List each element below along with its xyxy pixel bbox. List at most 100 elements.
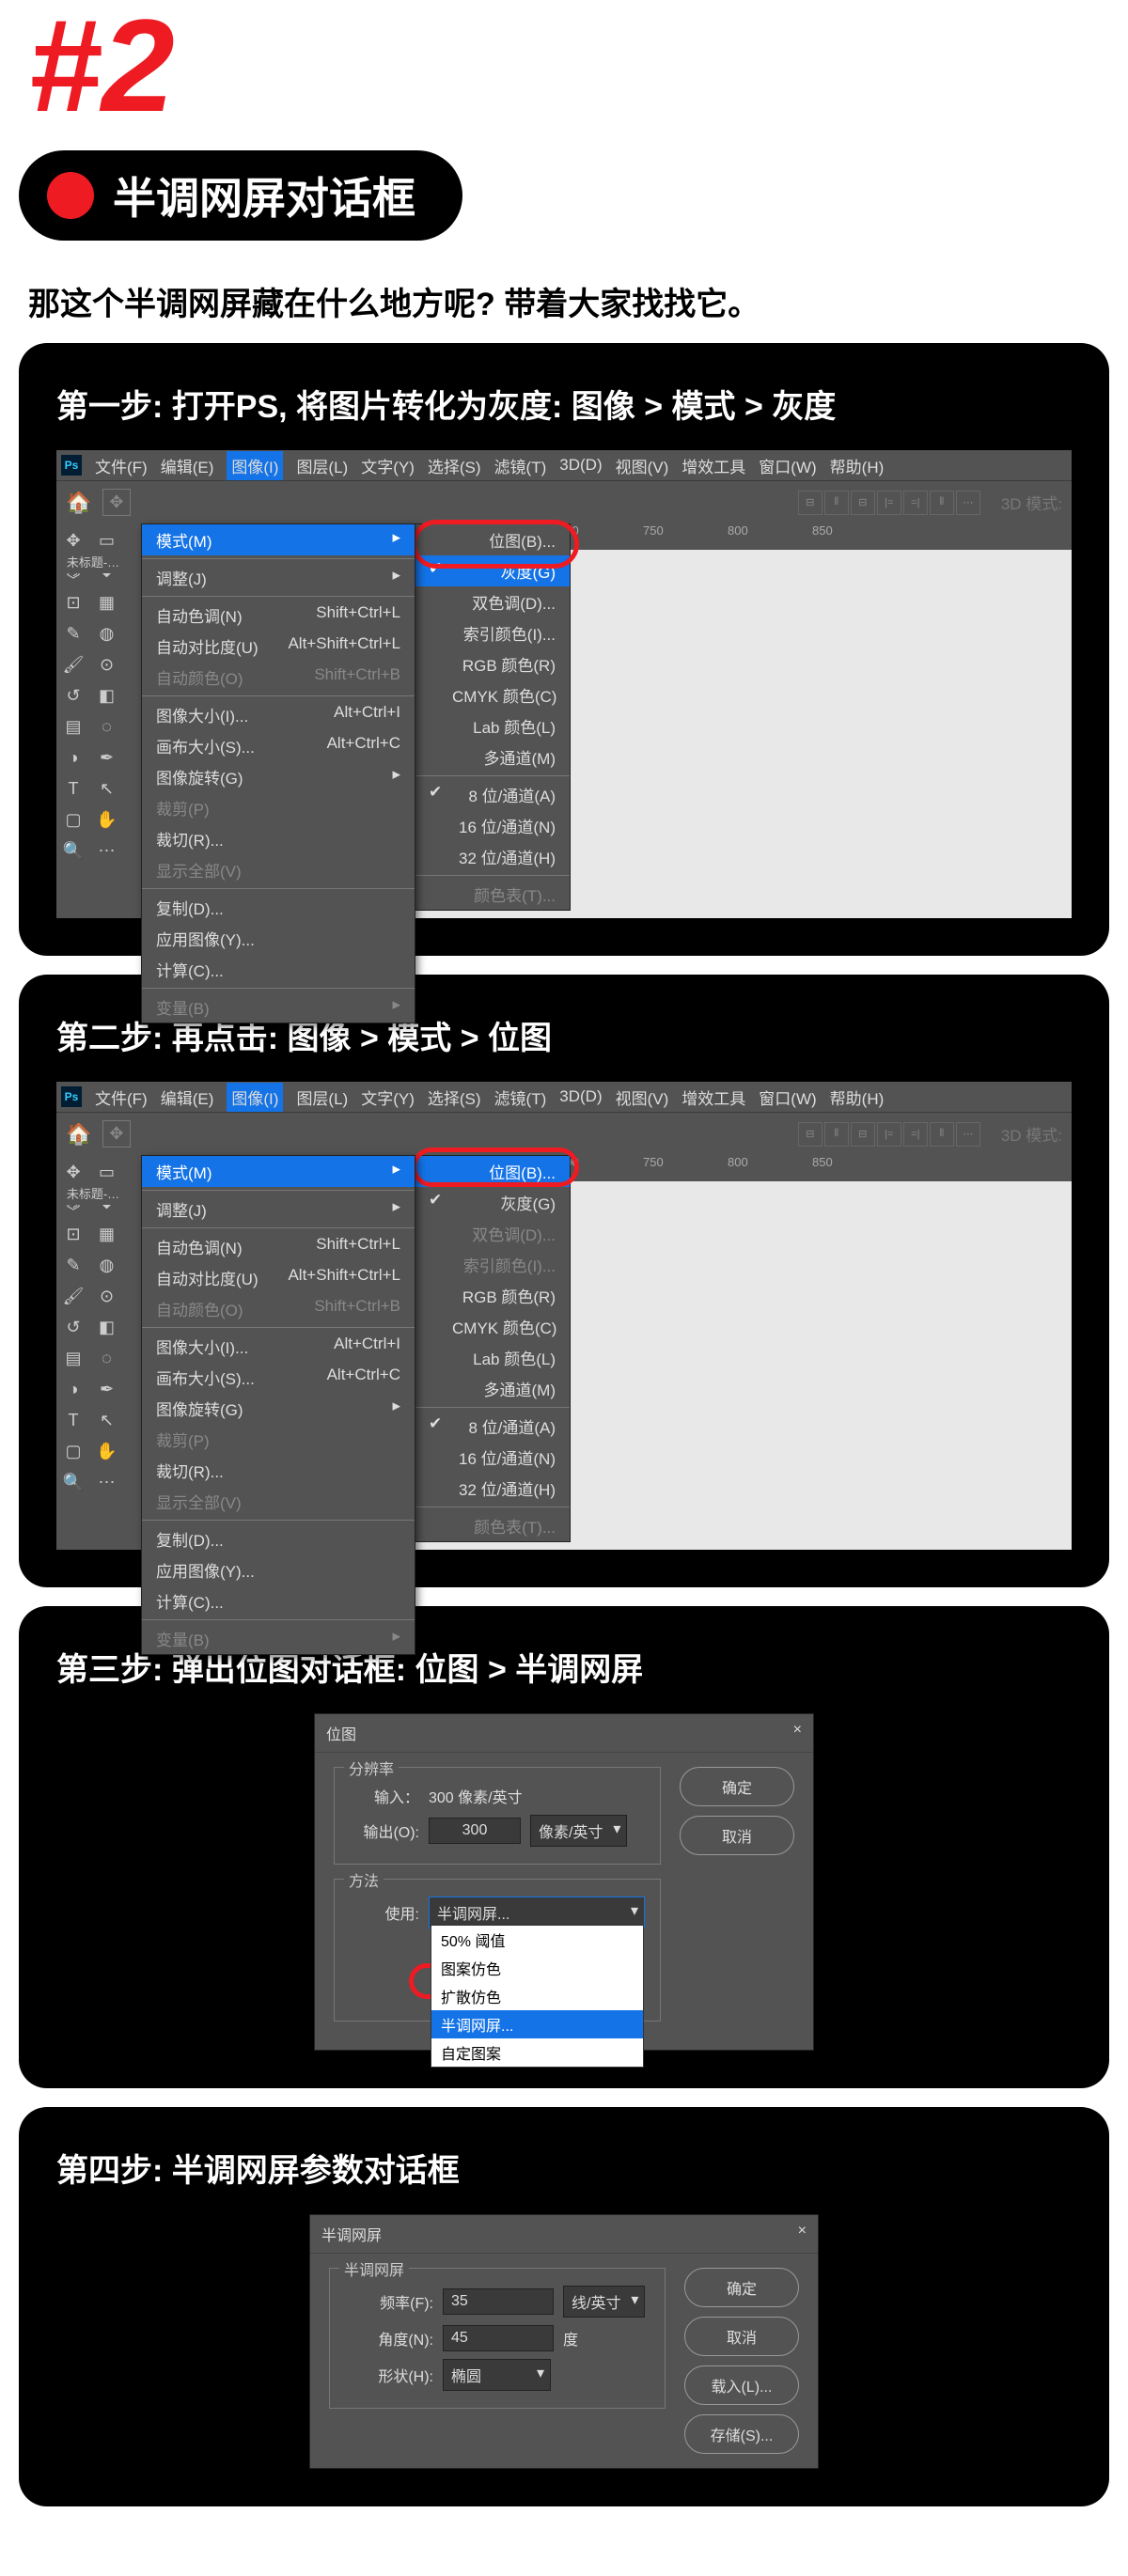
mode-duotone[interactable]: 双色调(D)... (415, 586, 570, 617)
menu-type[interactable]: 文字(Y) (361, 1085, 415, 1109)
menu-view[interactable]: 视图(V) (616, 454, 669, 477)
align-btn[interactable]: ⋯ (956, 1122, 980, 1147)
mode-cmyk[interactable]: CMYK 颜色(C) (415, 1311, 570, 1342)
menu-help[interactable]: 帮助(H) (830, 454, 885, 477)
menu-auto-tone[interactable]: 自动色调(N)Shift+Ctrl+L (142, 600, 415, 631)
mode-lab[interactable]: Lab 颜色(L) (415, 1342, 570, 1373)
mode-multichannel[interactable]: 多通道(M) (415, 1373, 570, 1404)
option-threshold[interactable]: 50% 阈值 (431, 1926, 643, 1954)
tool-history[interactable]: ↺ (58, 680, 88, 710)
menu-edit[interactable]: 编辑(E) (161, 454, 214, 477)
tool-path[interactable]: ↖ (92, 1405, 122, 1435)
option-custom[interactable]: 自定图案 (431, 2038, 643, 2067)
mode-cmyk[interactable]: CMYK 颜色(C) (415, 679, 570, 710)
menu-window[interactable]: 窗口(W) (759, 1085, 816, 1109)
mode-multichannel[interactable]: 多通道(M) (415, 742, 570, 773)
shape-select[interactable]: 椭圆 (443, 2359, 551, 2391)
tool-stamp[interactable]: ⊙ (92, 649, 122, 679)
menu-image[interactable]: 图像(I) (227, 451, 283, 480)
align-btn[interactable]: =| (903, 1122, 928, 1147)
mode-indexed[interactable]: 索引颜色(I)... (415, 617, 570, 648)
option-halftone[interactable]: 半调网屏... (431, 2010, 643, 2038)
tool-brush[interactable]: 🖌 (58, 649, 88, 679)
menu-adjustments[interactable]: 调整(J)▸ (142, 1194, 415, 1225)
menu-image-rotation[interactable]: 图像旋转(G)▸ (142, 761, 415, 792)
tool-crop[interactable]: ⊡ (58, 1219, 88, 1249)
tool-shape[interactable]: ▢ (58, 804, 88, 835)
ok-button[interactable]: 确定 (684, 2268, 799, 2307)
tool-shape[interactable]: ▢ (58, 1436, 88, 1466)
menu-trim[interactable]: 裁切(R)... (142, 1455, 415, 1486)
menu-apply-image[interactable]: 应用图像(Y)... (142, 923, 415, 954)
menu-auto-contrast[interactable]: 自动对比度(U)Alt+Shift+Ctrl+L (142, 631, 415, 662)
menu-help[interactable]: 帮助(H) (830, 1085, 885, 1109)
align-btn[interactable]: ⫴ (930, 491, 954, 515)
menu-image-size[interactable]: 图像大小(I)...Alt+Ctrl+I (142, 1331, 415, 1362)
tool-eyedrop[interactable]: ✎ (58, 1250, 88, 1280)
menu-mode[interactable]: 模式(M)▸ (142, 524, 415, 555)
tool-more[interactable]: ⋯ (92, 1467, 122, 1497)
menu-duplicate[interactable]: 复制(D)... (142, 1523, 415, 1554)
menu-trim[interactable]: 裁切(R)... (142, 823, 415, 854)
menu-auto-contrast[interactable]: 自动对比度(U)Alt+Shift+Ctrl+L (142, 1262, 415, 1293)
align-btn[interactable]: =| (903, 491, 928, 515)
mode-16bit[interactable]: 16 位/通道(N) (415, 810, 570, 841)
tool-heal[interactable]: ◍ (92, 1250, 122, 1280)
mode-lab[interactable]: Lab 颜色(L) (415, 710, 570, 742)
align-btn[interactable]: |= (877, 491, 901, 515)
mode-grayscale[interactable]: ✔灰度(G) (415, 555, 570, 586)
menu-duplicate[interactable]: 复制(D)... (142, 892, 415, 923)
menu-edit[interactable]: 编辑(E) (161, 1085, 214, 1109)
tool-blur[interactable]: ◌ (92, 1343, 122, 1373)
menu-adjustments[interactable]: 调整(J)▸ (142, 562, 415, 593)
tool-more[interactable]: ⋯ (92, 835, 122, 866)
doc-tab[interactable]: 未标题-… (60, 550, 126, 573)
align-btn[interactable]: ⊟ (798, 1122, 822, 1147)
mode-grayscale[interactable]: ✔灰度(G) (415, 1187, 570, 1218)
tool-gradient[interactable]: ▤ (58, 1343, 88, 1373)
align-btn[interactable]: ⊟ (851, 491, 875, 515)
menu-select[interactable]: 选择(S) (428, 454, 481, 477)
ok-button[interactable]: 确定 (680, 1767, 794, 1806)
mode-8bit[interactable]: ✔8 位/通道(A) (415, 779, 570, 810)
menu-file[interactable]: 文件(F) (95, 1085, 148, 1109)
menu-layer[interactable]: 图层(L) (296, 1085, 348, 1109)
tool-blur[interactable]: ◌ (92, 711, 122, 742)
close-icon[interactable]: × (793, 1722, 802, 1744)
menu-canvas-size[interactable]: 画布大小(S)...Alt+Ctrl+C (142, 1362, 415, 1393)
close-icon[interactable]: × (798, 2223, 807, 2245)
move-tool-icon[interactable]: ✥ (102, 1120, 130, 1147)
align-btn[interactable]: ⫴ (824, 491, 849, 515)
output-unit-select[interactable]: 像素/英寸 (530, 1815, 627, 1847)
tool-frame[interactable]: ▦ (92, 1219, 122, 1249)
menu-plugins[interactable]: 增效工具 (682, 454, 745, 477)
angle-input[interactable]: 45 (443, 2325, 554, 2351)
menu-3d[interactable]: 3D(D) (559, 456, 602, 475)
menu-type[interactable]: 文字(Y) (361, 454, 415, 477)
menu-filter[interactable]: 滤镜(T) (494, 1085, 547, 1109)
menu-select[interactable]: 选择(S) (428, 1085, 481, 1109)
option-pattern[interactable]: 图案仿色 (431, 1954, 643, 1982)
mode-8bit[interactable]: ✔8 位/通道(A) (415, 1411, 570, 1442)
align-btn[interactable]: ⫴ (930, 1122, 954, 1147)
menu-canvas-size[interactable]: 画布大小(S)...Alt+Ctrl+C (142, 730, 415, 761)
tool-path[interactable]: ↖ (92, 773, 122, 804)
menu-view[interactable]: 视图(V) (616, 1085, 669, 1109)
align-btn[interactable]: ⫴ (824, 1122, 849, 1147)
option-diffusion[interactable]: 扩散仿色 (431, 1982, 643, 2010)
doc-tab[interactable]: 未标题-… (60, 1181, 126, 1205)
home-icon[interactable]: 🏠 (66, 491, 91, 515)
use-select[interactable]: 半调网屏... (429, 1897, 645, 1928)
cancel-button[interactable]: 取消 (680, 1816, 794, 1855)
tool-hand[interactable]: ✋ (92, 804, 122, 835)
mode-32bit[interactable]: 32 位/通道(H) (415, 841, 570, 872)
tool-eraser[interactable]: ◧ (92, 1312, 122, 1342)
mode-rgb[interactable]: RGB 颜色(R) (415, 1280, 570, 1311)
tool-eraser[interactable]: ◧ (92, 680, 122, 710)
tool-pen[interactable]: ✒ (92, 742, 122, 773)
load-button[interactable]: 载入(L)... (684, 2365, 799, 2405)
mode-bitmap[interactable]: 位图(B)... (415, 524, 570, 555)
menu-file[interactable]: 文件(F) (95, 454, 148, 477)
move-tool-icon[interactable]: ✥ (102, 489, 130, 516)
menu-mode[interactable]: 模式(M)▸ (142, 1156, 415, 1187)
